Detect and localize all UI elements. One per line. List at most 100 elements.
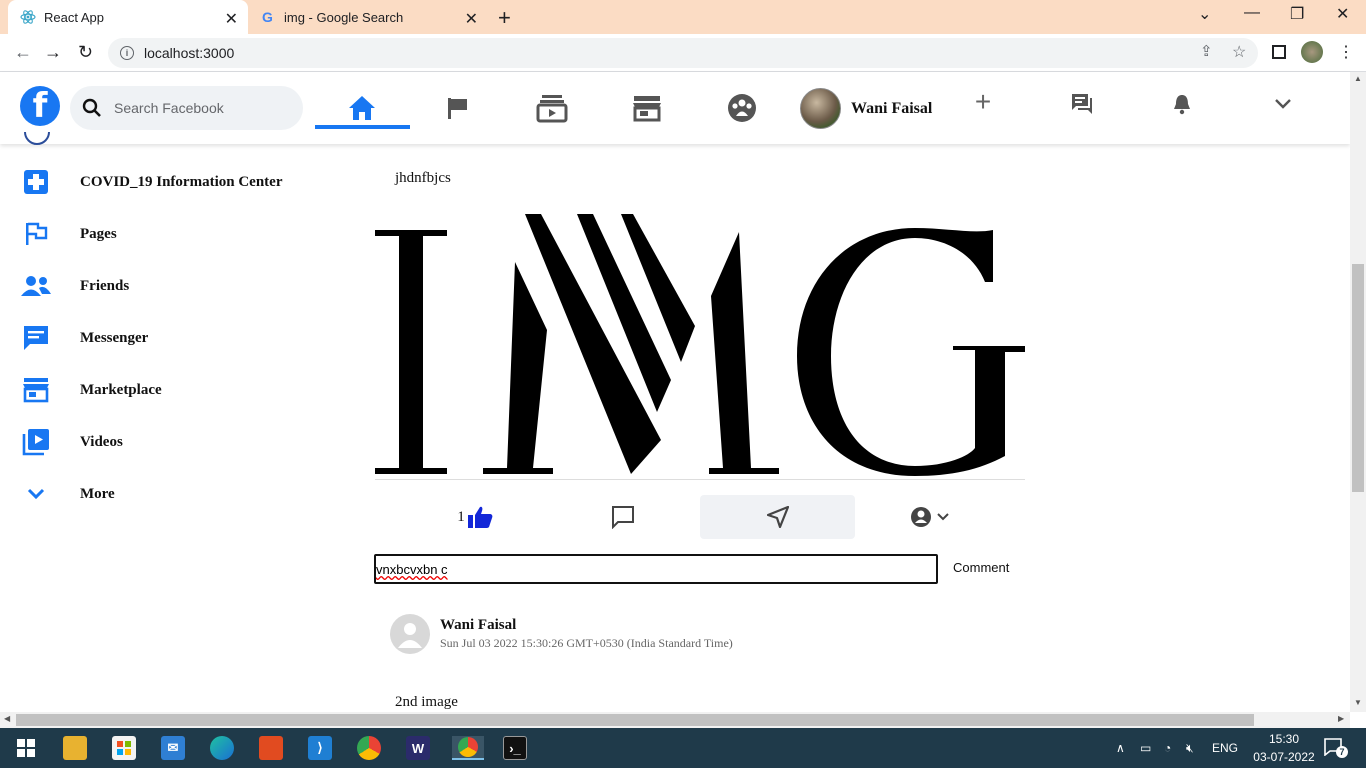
comment-button[interactable]: Comment	[953, 560, 1009, 575]
scroll-left-icon[interactable]: ◀	[4, 714, 10, 723]
sidebar-item-messenger[interactable]: Messenger	[20, 318, 148, 358]
sidebar-item-label: COVID_19 Information Center	[80, 173, 283, 190]
minimize-icon[interactable]: —	[1244, 4, 1260, 22]
file-explorer-icon[interactable]	[63, 736, 87, 760]
notification-count-badge: 7	[1336, 746, 1348, 758]
mail-icon[interactable]: ✉	[161, 736, 185, 760]
new-tab-icon[interactable]: +	[498, 5, 511, 31]
url-field[interactable]: i localhost:3000	[108, 38, 1258, 68]
horizontal-scrollbar[interactable]: ◀ ▶	[0, 712, 1350, 728]
menu-icon[interactable]: ⋮	[1338, 42, 1354, 62]
site-info-icon[interactable]: i	[120, 46, 134, 60]
home-icon[interactable]	[346, 92, 378, 124]
sidebar-item-partial	[24, 132, 50, 146]
clock-date: 03-07-2022	[1253, 750, 1315, 764]
chevron-down-icon	[937, 513, 949, 521]
comment-input-value: vnxbcvxbn c	[376, 562, 448, 577]
comment-author[interactable]: Wani Faisal	[440, 617, 516, 634]
sidebar-item-friends[interactable]: Friends	[20, 266, 129, 306]
default-user-icon	[398, 623, 422, 648]
add-icon[interactable]: +	[967, 86, 999, 118]
comment-action-button[interactable]	[550, 495, 695, 539]
messenger-icon[interactable]	[1066, 88, 1098, 120]
profile-chip[interactable]: Wani Faisal	[800, 88, 932, 129]
scroll-up-icon[interactable]: ▲	[1354, 74, 1362, 83]
profile-name: Wani Faisal	[851, 99, 933, 117]
microsoft-store-icon[interactable]	[112, 736, 136, 760]
notification-bell-icon[interactable]	[1166, 88, 1198, 120]
facebook-logo-icon[interactable]: f	[20, 86, 60, 126]
tab-search-chevron-icon[interactable]: ⌄	[1198, 4, 1211, 24]
audience-dropdown[interactable]	[875, 495, 985, 539]
watch-icon[interactable]	[536, 92, 568, 124]
chat-icon	[20, 322, 52, 354]
avatar	[800, 88, 841, 129]
flag-icon	[20, 218, 52, 250]
close-window-icon[interactable]: ✕	[1336, 4, 1349, 24]
edge-icon[interactable]	[210, 736, 234, 760]
groups-icon[interactable]	[726, 92, 758, 124]
clock-time: 15:30	[1268, 732, 1300, 746]
webex-icon[interactable]: W	[406, 736, 430, 760]
forward-icon[interactable]: →	[44, 42, 62, 63]
comment-input[interactable]: vnxbcvxbn c	[374, 554, 938, 584]
account-circle-icon	[911, 507, 931, 527]
profile-avatar[interactable]	[1301, 41, 1323, 63]
post-image[interactable]	[375, 200, 1025, 480]
flag-icon[interactable]	[442, 92, 474, 124]
close-tab-icon[interactable]: ✕	[465, 9, 478, 29]
scroll-right-icon[interactable]: ▶	[1338, 714, 1344, 723]
video-icon	[20, 426, 52, 458]
home-active-indicator	[315, 125, 410, 129]
sidebar-item-label: More	[80, 485, 115, 502]
terminal-icon[interactable]: ›_	[503, 736, 527, 760]
vertical-scrollbar[interactable]: ▲ ▼	[1350, 72, 1366, 712]
comment-bubble-icon	[611, 506, 634, 529]
office-icon[interactable]	[259, 736, 283, 760]
language-indicator[interactable]: ENG	[1212, 728, 1238, 768]
vertical-scroll-thumb[interactable]	[1352, 264, 1364, 492]
reload-icon[interactable]: ↻	[78, 42, 93, 63]
chrome-icon[interactable]	[357, 736, 381, 760]
horizontal-scroll-thumb[interactable]	[16, 714, 1254, 726]
side-panel-icon[interactable]	[1272, 45, 1286, 59]
wifi-icon[interactable]: ◔	[1164, 728, 1171, 768]
svg-text:G: G	[262, 9, 273, 25]
sidebar-item-marketplace[interactable]: Marketplace	[20, 370, 162, 410]
tab-react-app[interactable]: React App ✕	[8, 0, 248, 34]
tab-google-search[interactable]: G img - Google Search ✕	[252, 0, 488, 34]
sidebar-item-pages[interactable]: Pages	[20, 214, 117, 254]
windows-start-icon[interactable]	[14, 736, 38, 760]
scroll-down-icon[interactable]: ▼	[1354, 698, 1362, 707]
sidebar-item-label: Pages	[80, 225, 117, 242]
sidebar-item-videos[interactable]: Videos	[20, 422, 123, 462]
thumbs-up-icon	[467, 506, 493, 528]
vscode-icon[interactable]: ⟩	[308, 736, 332, 760]
restore-icon[interactable]: ❐	[1290, 4, 1304, 24]
search-input[interactable]	[114, 100, 294, 116]
back-icon[interactable]: ←	[14, 42, 32, 63]
fb-header: f Wani Faisal +	[0, 72, 1350, 144]
share-icon[interactable]: ⇪	[1200, 42, 1213, 60]
next-post-text: 2nd image	[395, 694, 458, 710]
react-icon	[20, 9, 36, 25]
chrome-active-icon[interactable]	[452, 736, 484, 760]
tray-chevron-up-icon[interactable]: ∧	[1116, 728, 1125, 768]
store-icon	[20, 374, 52, 406]
share-action-button[interactable]	[700, 495, 855, 539]
sidebar-item-label: Videos	[80, 433, 123, 450]
sidebar-item-more[interactable]: More	[20, 474, 115, 514]
notification-center-icon[interactable]: 7	[1324, 738, 1348, 758]
marketplace-icon[interactable]	[631, 92, 663, 124]
close-tab-icon[interactable]: ✕	[225, 9, 238, 29]
chevron-down-icon[interactable]	[1267, 88, 1299, 120]
battery-icon[interactable]: ▭	[1140, 728, 1151, 768]
volume-muted-icon[interactable]: 🔇︎	[1186, 728, 1194, 768]
sidebar-item-covid[interactable]: COVID_19 Information Center	[20, 162, 282, 202]
url-text: localhost:3000	[144, 45, 235, 61]
bookmark-star-icon[interactable]: ☆	[1232, 42, 1246, 62]
like-button[interactable]: 1	[395, 495, 555, 539]
search-bar[interactable]	[70, 86, 303, 130]
sidebar-item-label: Marketplace	[80, 381, 162, 398]
system-clock[interactable]: 15:30 03-07-2022	[1248, 730, 1320, 766]
